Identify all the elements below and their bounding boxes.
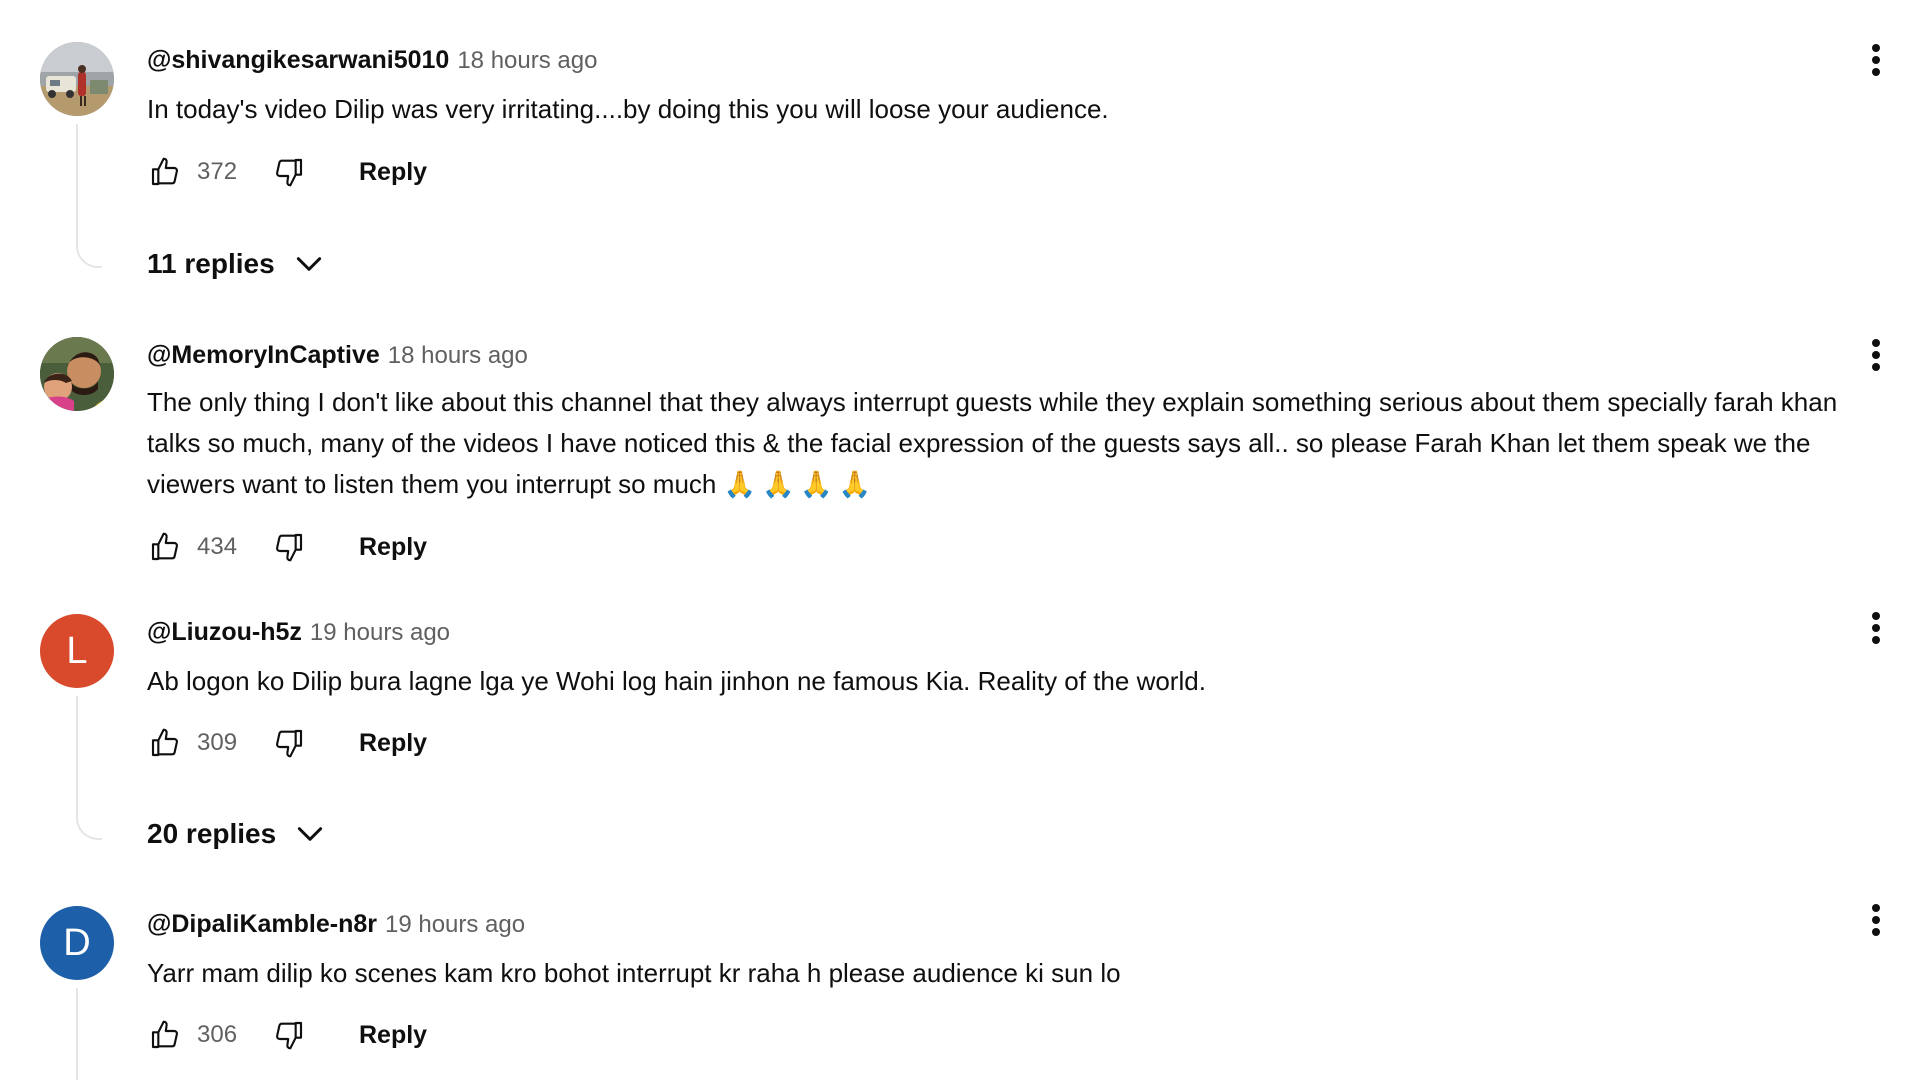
avatar-initial: L	[66, 629, 88, 672]
comment-menu-button[interactable]	[1864, 606, 1888, 650]
comment-menu-button[interactable]	[1864, 38, 1888, 82]
view-replies-button[interactable]: 11 replies	[147, 248, 325, 280]
like-button[interactable]	[147, 529, 183, 565]
comment-header: @Liuzou-h5z 19 hours ago	[147, 616, 450, 649]
dislike-button[interactable]	[271, 725, 307, 761]
like-count: 434	[197, 533, 238, 560]
thumbs-down-icon	[275, 729, 303, 758]
comment-author[interactable]: @shivangikesarwani5010	[147, 46, 449, 74]
like-button[interactable]	[147, 725, 183, 761]
more-vert-icon	[1872, 44, 1880, 76]
avatar[interactable]: L	[40, 614, 114, 688]
comment-menu-button[interactable]	[1864, 333, 1888, 377]
comment-time[interactable]: 18 hours ago	[457, 47, 597, 74]
reply-button[interactable]: Reply	[359, 1021, 427, 1050]
more-vert-icon	[1872, 612, 1880, 644]
comment-actions: 306 Reply	[147, 1015, 427, 1055]
thread-connector	[76, 696, 102, 840]
thumbs-up-icon	[151, 532, 179, 561]
like-count: 306	[197, 1021, 238, 1048]
more-vert-icon	[1872, 339, 1880, 371]
avatar-photo	[40, 337, 114, 411]
dislike-button[interactable]	[271, 529, 307, 565]
thread-connector	[76, 124, 102, 268]
comment-time[interactable]: 19 hours ago	[385, 911, 525, 938]
replies-count: 11 replies	[147, 248, 275, 279]
comment-text: Ab logon ko Dilip bura lagne lga ye Wohi…	[147, 666, 1206, 696]
like-count: 372	[197, 158, 238, 185]
comment-header: @DipaliKamble-n8r 19 hours ago	[147, 908, 525, 941]
thumbs-down-icon	[275, 1021, 303, 1050]
thumbs-down-icon	[275, 533, 303, 562]
avatar[interactable]	[40, 337, 114, 411]
thumbs-up-icon	[151, 728, 179, 757]
avatar-initial: D	[63, 921, 91, 964]
comment-menu-button[interactable]	[1864, 898, 1888, 942]
comment-header: @MemoryInCaptive 18 hours ago	[147, 339, 528, 372]
like-button[interactable]	[147, 1017, 183, 1053]
avatar[interactable]: D	[40, 906, 114, 980]
comment-text-body: The only thing I don't like about this c…	[147, 387, 1838, 499]
folded-hands-emoji: 🙏🙏🙏🙏	[723, 470, 878, 500]
thread-connector	[76, 988, 102, 1080]
comment-text: The only thing I don't like about this c…	[147, 382, 1897, 506]
comment-actions: 434 Reply	[147, 527, 427, 567]
like-button[interactable]	[147, 154, 183, 190]
more-vert-icon	[1872, 904, 1880, 936]
chevron-down-icon	[298, 827, 323, 841]
replies-count: 20 replies	[147, 818, 277, 849]
chevron-down-icon	[296, 257, 321, 271]
comment-author[interactable]: @MemoryInCaptive	[147, 341, 380, 369]
comment-header: @shivangikesarwani5010 18 hours ago	[147, 44, 597, 77]
like-count: 309	[197, 729, 238, 756]
avatar-photo	[40, 42, 114, 116]
thumbs-up-icon	[151, 157, 179, 186]
reply-button[interactable]: Reply	[359, 533, 427, 562]
comment-actions: 372 Reply	[147, 152, 427, 192]
thumbs-up-icon	[151, 1020, 179, 1049]
comment-time[interactable]: 18 hours ago	[388, 342, 528, 369]
comment-text: Yarr mam dilip ko scenes kam kro bohot i…	[147, 958, 1121, 988]
dislike-button[interactable]	[271, 1017, 307, 1053]
dislike-button[interactable]	[271, 154, 307, 190]
comment-text: In today's video Dilip was very irritati…	[147, 94, 1109, 124]
comment-time[interactable]: 19 hours ago	[310, 619, 450, 646]
reply-button[interactable]: Reply	[359, 158, 427, 187]
avatar[interactable]	[40, 42, 114, 116]
comment-author[interactable]: @DipaliKamble-n8r	[147, 910, 377, 938]
reply-button[interactable]: Reply	[359, 729, 427, 758]
comment-actions: 309 Reply	[147, 723, 427, 763]
comment-author[interactable]: @Liuzou-h5z	[147, 618, 302, 646]
view-replies-button[interactable]: 20 replies	[147, 818, 326, 850]
thumbs-down-icon	[275, 158, 303, 187]
